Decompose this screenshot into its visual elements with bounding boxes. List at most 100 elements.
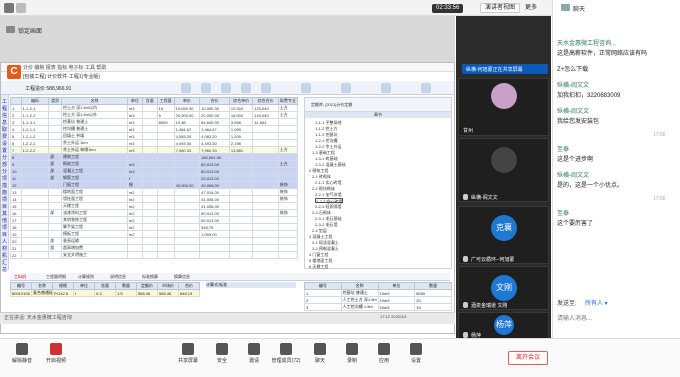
delete-icon[interactable] — [201, 83, 211, 93]
table-row[interactable]: 20 部垂直运输 — [10, 237, 299, 245]
column-header[interactable]: 名称 — [31, 282, 53, 290]
tree-item[interactable]: 1-2-2 余土外运 — [315, 144, 341, 149]
tree-item[interactable]: 1-3-1 砖基础 — [315, 156, 337, 161]
mute-button[interactable]: 解除静音 — [4, 343, 40, 364]
participant-tile[interactable]: 杨萍 杨萍 — [458, 312, 549, 340]
column-header[interactable]: 单位 — [73, 282, 95, 290]
table-row[interactable]: 17 其他装饰工程 m2 80,013.00 — [10, 216, 299, 224]
calculate-icon[interactable] — [261, 83, 271, 93]
table-row[interactable]: 1 1-1-2-1 挖土方 深1.5m以内 m3 15 10,090.30 10,090.3… — [10, 104, 299, 112]
tab-0[interactable]: 工料机 — [14, 274, 26, 280]
chat-sender[interactable]: 纵横-阎文文 — [557, 108, 589, 116]
video-button[interactable]: 开启视频 — [38, 343, 74, 364]
column-header[interactable]: 规格 — [52, 282, 74, 290]
window-menu-icon[interactable] — [4, 3, 14, 13]
column-header[interactable]: 单位 — [126, 97, 143, 105]
tree-item[interactable]: 2-3-1 毛石基础 — [315, 216, 341, 221]
participants-button[interactable]: 管理成员(72) — [268, 343, 304, 364]
left-nav-items[interactable]: 工程信息 取费设置 分部分项 措施项目 其他项目 人材机汇总 — [2, 99, 8, 274]
participant-tile[interactable]: 甘州 — [458, 78, 549, 136]
chat-sender[interactable]: 至泰 — [557, 146, 569, 154]
table-row[interactable]: 1 挖基坑 普通土 10m3 8000 — [304, 289, 452, 297]
tree-item[interactable]: 2-2 砌块砌体 — [312, 186, 335, 191]
column-header[interactable]: 综合合价 — [252, 97, 279, 105]
speaker-view-button[interactable]: 演讲者视图 — [480, 3, 521, 13]
column-header[interactable]: 数量 — [115, 282, 137, 290]
table-row[interactable]: 12 门窗工程樘 40,006.00 40,006.00 装饰 — [10, 181, 299, 189]
participant-tile[interactable]: 纵横-阎文文 — [458, 138, 549, 202]
tab-4[interactable]: 标准换算 — [142, 274, 158, 280]
column-header[interactable]: 单位 — [377, 282, 416, 290]
report-icon[interactable] — [341, 83, 351, 93]
column-header[interactable]: 合价 — [199, 97, 230, 105]
table-row[interactable]: 2 人工挖土方 深1.5m 10m3 20 — [304, 296, 452, 304]
column-header[interactable]: 编号 — [10, 282, 32, 290]
column-header[interactable]: 数量 — [414, 282, 452, 290]
table-row[interactable]: 3 1-1-3-1 挖基坑 普通土 m3 8000 10.58 84,640.00 3,958… — [10, 118, 299, 126]
tab-1[interactable]: 工程量明细 — [46, 274, 66, 280]
tree-item[interactable]: 2-3-2 毛石墙 — [315, 222, 337, 227]
column-header[interactable]: 定额价 — [136, 282, 158, 290]
tree-item[interactable]: 1-1-3 挖基坑 — [315, 132, 337, 137]
column-header[interactable]: 工程量 — [156, 97, 175, 105]
column-header[interactable] — [10, 97, 22, 105]
column-header[interactable]: 含量 — [141, 97, 158, 105]
column-header[interactable]: 取费专业 — [277, 97, 299, 105]
tab-3[interactable]: 说明信息 — [110, 274, 126, 280]
tree-item[interactable]: 3-2 预制混凝土 — [312, 246, 339, 251]
column-header[interactable]: 合价 — [178, 282, 200, 290]
tree-item[interactable]: 1-3 基础工程 — [312, 150, 335, 155]
chat-input[interactable] — [557, 308, 677, 330]
send-to-dropdown[interactable]: 所有人 ▾ — [585, 298, 608, 307]
chat-button[interactable]: 聊天 — [302, 343, 338, 364]
paste-icon[interactable] — [241, 83, 251, 93]
tree-item[interactable]: 2-1-1 实心砖墙 — [315, 180, 341, 185]
tree-item[interactable]: 1-3-2 混凝土基础 — [315, 162, 345, 167]
table-row[interactable]: 8 部建筑工程 180,961.00 — [10, 153, 299, 161]
table-row[interactable]: 22 安全文明施工 — [10, 251, 299, 259]
tree-item[interactable]: 4 门窗工程 — [309, 252, 328, 257]
query-icon[interactable] — [301, 83, 311, 93]
table-row[interactable]: 18 脚手架工程 m2 545.75 — [10, 223, 299, 231]
tree-item[interactable]: 1-2-1 挖沟槽 — [315, 138, 337, 143]
tree-item[interactable]: 1-1-1 平整场地 — [315, 120, 341, 125]
tree-item[interactable]: 2-2-3 轻质隔墙 — [315, 204, 341, 209]
table-row[interactable]: 5 1-2-1-2 回填土 夯填 m3 4,083.20 4,083.20 1,205 — [10, 132, 299, 140]
table-row[interactable]: 19 模板工程 m2 1,093.00 — [10, 230, 299, 238]
copy-icon[interactable] — [221, 83, 231, 93]
table-row[interactable]: 16 部油漆涂料工程 m2 80,013.00 装饰 — [10, 209, 299, 217]
column-header[interactable]: 综合单价 — [228, 97, 254, 105]
table-row[interactable]: 15 天棚工程 m2 41,006.00 — [10, 202, 299, 210]
tab-2[interactable]: 计算规则 — [78, 274, 94, 280]
tree-item[interactable]: 1-1-2 挖土方 — [315, 126, 337, 131]
info-icon[interactable] — [16, 3, 26, 13]
export-icon[interactable] — [381, 83, 391, 93]
tree-item[interactable]: 5 楼地面工程 — [309, 258, 332, 263]
table-row[interactable]: 11 部钢筋工程 t 20,013.00 — [10, 174, 299, 182]
invite-button[interactable]: 邀请 — [236, 343, 272, 364]
column-header[interactable]: 编号 — [304, 282, 342, 290]
security-button[interactable]: 安全 — [204, 343, 240, 364]
tree-item[interactable]: 2-2-2 空心砖墙 — [315, 198, 344, 204]
table-row[interactable]: 4 1-2-1-1 挖沟槽 普通土 m3 1,464.67 1,464.67 1,099 — [10, 125, 299, 133]
settings-button[interactable]: 设置 — [398, 343, 434, 364]
quota-library-title[interactable]: 定额库: [2021]计价定额 — [311, 102, 352, 108]
column-header[interactable]: 名称 — [340, 282, 379, 290]
settings-icon[interactable] — [421, 83, 431, 93]
table-row[interactable]: 9 部砌筑工程 m3 80,013.00 土方 — [10, 160, 299, 168]
chat-sender[interactable]: 天水金惠微工程咨询... — [557, 40, 616, 48]
chat-sender[interactable]: 纵横-阎文文 — [557, 172, 589, 180]
chat-sender[interactable]: 至泰 — [557, 210, 569, 218]
table-row[interactable]: 7 1-2-2-2 余土外运 每增1km m3 7,960.33 7,960.33 13,8… — [10, 146, 299, 154]
column-header[interactable]: 含量 — [94, 282, 116, 290]
share-screen-button[interactable]: 共享屏幕 — [170, 343, 206, 364]
table-row[interactable]: 13 楼地面工程 m2 47,016.00 装饰 — [10, 188, 299, 196]
tree-item[interactable]: 2 砌筑工程 — [309, 168, 328, 173]
tree-item[interactable]: 6 天棚工程 — [309, 264, 328, 269]
tree-item[interactable]: 2-4 垫层 — [312, 228, 327, 233]
tree-item[interactable]: 2-3 石砌体 — [312, 210, 331, 215]
tree-item[interactable]: 3 混凝土工程 — [309, 234, 332, 239]
lock-screen-label[interactable]: 锁定画面 — [18, 26, 42, 35]
insert-icon[interactable] — [181, 83, 191, 93]
column-header[interactable]: 单价 — [173, 97, 201, 105]
